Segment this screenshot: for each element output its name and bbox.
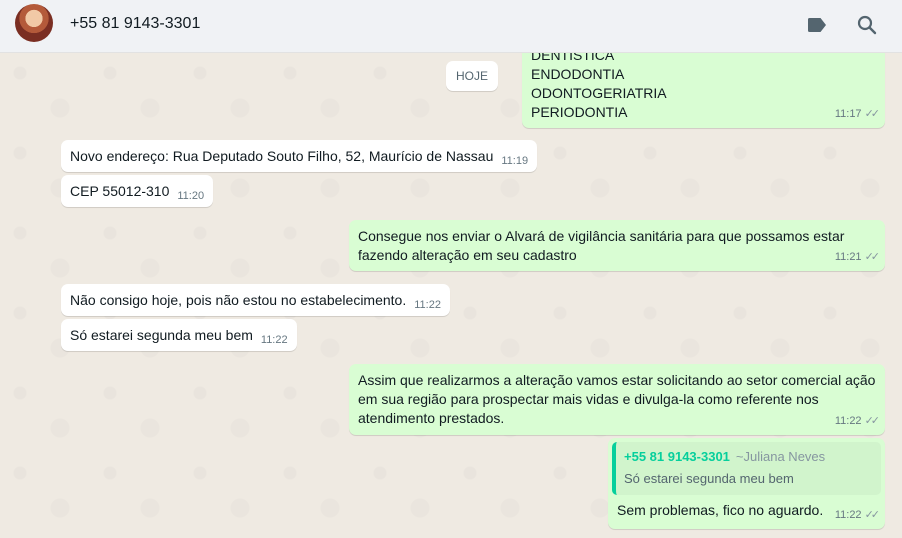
message-time: 11:22 ✓✓ <box>834 509 881 521</box>
day-separator: HOJE <box>446 61 498 91</box>
quote-text: Só estarei segunda meu bem <box>624 471 794 486</box>
message-incoming[interactable]: CEP 55012-310 11:20 <box>61 175 214 207</box>
label-icon[interactable] <box>805 13 829 37</box>
message-time: 11:20 <box>177 190 205 202</box>
search-icon[interactable] <box>855 13 879 37</box>
message-outgoing[interactable]: Consegue nos enviar o Alvará de vigilânc… <box>349 220 885 271</box>
quote-author: +55 81 9143-3301 <box>624 449 730 464</box>
quoted-message[interactable]: +55 81 9143-3301 ~Juliana Neves Só estare… <box>612 442 881 495</box>
message-line: ODONTOGERIATRIA <box>531 85 667 101</box>
contact-name[interactable]: +55 81 9143-3301 <box>70 15 200 33</box>
message-outgoing[interactable]: +55 81 9143-3301 ~Juliana Neves Só estare… <box>608 438 885 529</box>
quote-sender-name: ~Juliana Neves <box>735 449 826 464</box>
message-text: Não consigo hoje, pois não estou no esta… <box>70 292 407 308</box>
message-outgoing[interactable]: Assim que realizarmos a alteração vamos … <box>349 364 885 435</box>
message-line: PERIODONTIA <box>531 104 628 120</box>
message-text: Consegue nos enviar o Alvará de vigilânc… <box>358 228 845 263</box>
read-ticks-icon: ✓✓ <box>864 251 881 263</box>
message-text: CEP 55012-310 <box>70 183 170 199</box>
contact-avatar[interactable] <box>15 4 53 42</box>
message-list[interactable]: DENTÍSTICA ENDODONTIA ODONTOGERIATRIA PE… <box>0 53 902 538</box>
message-time: 11:22 ✓✓ <box>834 415 881 427</box>
message-text: Novo endereço: Rua Deputado Souto Filho,… <box>70 148 494 164</box>
message-time: 11:22 <box>414 299 441 311</box>
chat-header: +55 81 9143-3301 <box>0 0 902 53</box>
read-ticks-icon: ✓✓ <box>864 415 881 427</box>
message-line: ENDODONTIA <box>531 66 625 82</box>
message-text: Assim que realizarmos a alteração vamos … <box>358 372 876 426</box>
message-incoming[interactable]: Só estarei segunda meu bem 11:22 <box>61 319 297 351</box>
message-time: 11:19 <box>501 155 529 167</box>
message-time: 11:17 ✓✓ <box>834 108 881 120</box>
message-incoming[interactable]: Novo endereço: Rua Deputado Souto Filho,… <box>61 140 538 172</box>
read-ticks-icon: ✓✓ <box>864 108 881 120</box>
message-time: 11:21 ✓✓ <box>834 251 881 263</box>
message-outgoing[interactable]: DENTÍSTICA ENDODONTIA ODONTOGERIATRIA PE… <box>522 53 885 128</box>
message-incoming[interactable]: Não consigo hoje, pois não estou no esta… <box>61 284 450 316</box>
message-text: Só estarei segunda meu bem <box>70 327 253 343</box>
message-text: Sem problemas, fico no aguardo. <box>617 502 824 518</box>
message-line: DENTÍSTICA <box>531 53 615 63</box>
read-ticks-icon: ✓✓ <box>864 509 881 521</box>
message-time: 11:22 <box>260 334 288 346</box>
